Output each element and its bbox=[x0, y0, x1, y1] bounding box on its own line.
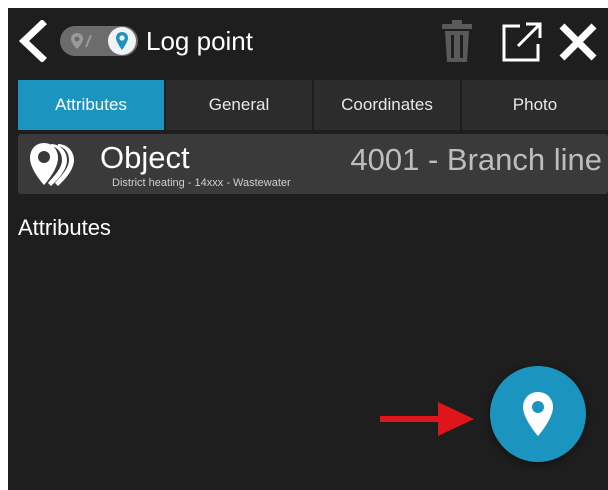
tab-bar: Attributes General Coordinates Photo bbox=[18, 80, 608, 130]
log-point-fab-button[interactable] bbox=[490, 366, 586, 462]
location-pin-icon bbox=[523, 392, 553, 436]
object-card[interactable]: Object District heating - 14xxx - Wastew… bbox=[18, 134, 608, 194]
object-subtitle: District heating - 14xxx - Wastewater bbox=[112, 177, 291, 189]
attributes-heading: Attributes bbox=[18, 215, 111, 240]
tab-coordinates[interactable]: Coordinates bbox=[314, 80, 460, 130]
object-type-icon bbox=[30, 143, 74, 186]
top-bar: Log point bbox=[8, 8, 608, 74]
close-icon bbox=[559, 23, 597, 61]
back-icon bbox=[18, 19, 47, 63]
location-pin-icon bbox=[116, 32, 128, 50]
page-title: Log point bbox=[146, 26, 253, 56]
trash-icon bbox=[442, 20, 472, 62]
delete-button[interactable] bbox=[440, 18, 474, 64]
map-icon bbox=[71, 33, 92, 49]
object-value: 4001 - Branch line bbox=[350, 142, 602, 177]
open-external-icon bbox=[502, 22, 542, 62]
tab-attributes[interactable]: Attributes bbox=[18, 80, 164, 130]
object-label: Object bbox=[100, 140, 190, 175]
tab-general[interactable]: General bbox=[166, 80, 312, 130]
back-button[interactable] bbox=[14, 19, 54, 63]
tab-photo[interactable]: Photo bbox=[462, 80, 608, 130]
open-external-button[interactable] bbox=[500, 20, 544, 64]
map-mode-toggle[interactable] bbox=[60, 26, 138, 56]
toggle-knob bbox=[108, 27, 136, 55]
app-screen: Log point Attributes General Coordinates… bbox=[8, 8, 608, 490]
annotation-arrow-icon bbox=[380, 402, 474, 436]
close-button[interactable] bbox=[556, 20, 600, 64]
